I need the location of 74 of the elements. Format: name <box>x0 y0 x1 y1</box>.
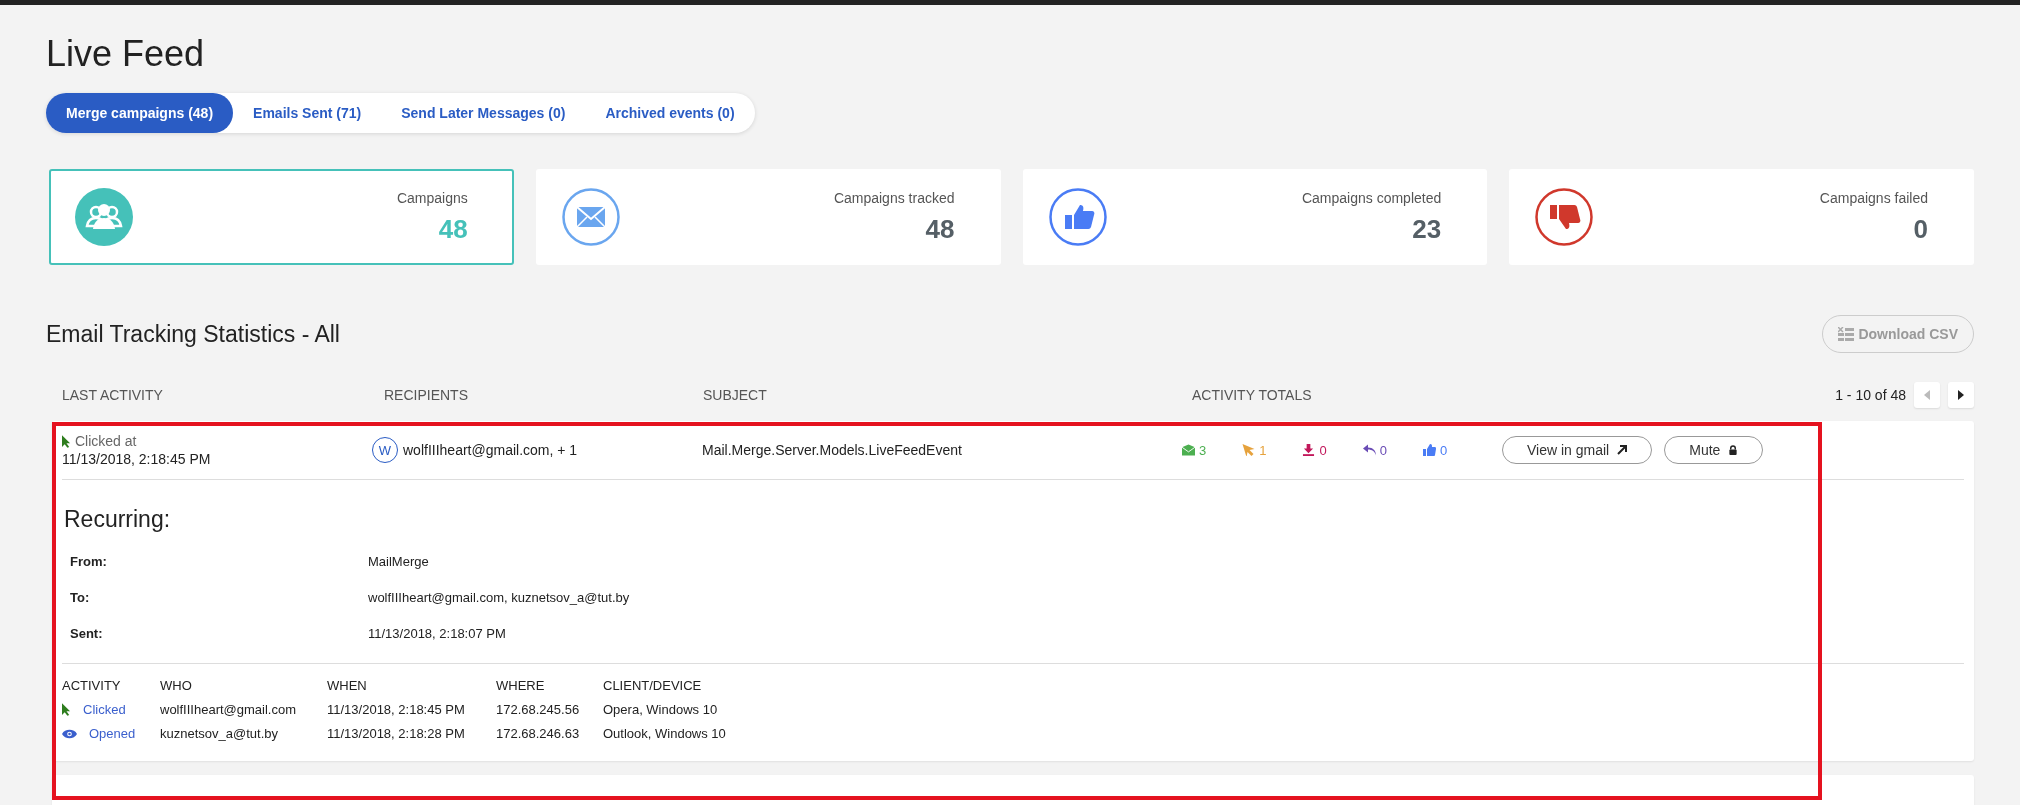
field-label: From: <box>70 554 108 569</box>
next-page-button[interactable] <box>1948 382 1974 408</box>
tab[interactable]: Send Later Messages (0) <box>381 93 586 133</box>
stat-label: Campaigns failed <box>1819 189 1928 206</box>
reply-icon <box>1362 444 1376 456</box>
spreadsheet-icon <box>1838 327 1855 341</box>
pagination-range: 1 - 10 of 48 <box>1835 387 1906 403</box>
stat-card[interactable]: Campaigns 48 <box>49 169 514 265</box>
last-activity-time: 11/13/2018, 2:18:45 PM <box>62 451 212 467</box>
column-header: ACTIVITY <box>62 678 122 693</box>
stat-card[interactable]: Campaigns tracked 48 <box>535 169 1001 265</box>
left-triangle-icon <box>1924 390 1930 400</box>
details-title: Recurring: <box>63 506 172 533</box>
thumbs-up-icon <box>1422 444 1436 456</box>
field-label: To: <box>70 590 91 605</box>
column-header: SUBJECT <box>703 387 767 403</box>
stat-label: Campaigns completed <box>1301 189 1442 206</box>
eye-icon <box>62 728 77 739</box>
right-triangle-icon <box>1958 390 1964 400</box>
thumbs-up-icon <box>1048 188 1107 246</box>
column-header: WHERE <box>496 678 546 693</box>
activity-link[interactable]: Opened <box>89 726 136 741</box>
field-value: 11/13/2018, 2:18:07 PM <box>368 626 506 641</box>
table-cell-text: 172.68.246.63 <box>496 726 581 741</box>
column-header: WHEN <box>327 678 368 693</box>
column-header: CLIENT/DEVICE <box>603 678 703 693</box>
activity-count: 0 <box>1319 442 1327 458</box>
activity-count: 1 <box>1259 442 1267 458</box>
last-activity-label: Clicked at <box>75 433 137 449</box>
table-cell-text: kuznetsov_a@tut.by <box>160 726 279 741</box>
table-cell-text: Outlook, Windows 10 <box>603 726 727 741</box>
table-cell-text: 11/13/2018, 2:18:45 PM <box>327 702 466 717</box>
activity-link[interactable]: Clicked <box>83 702 126 717</box>
cursor-icon <box>62 703 71 716</box>
envelope-icon <box>1182 444 1195 456</box>
subject-text: Mail.Merge.Server.Models.LiveFeedEvent <box>702 442 963 458</box>
stat-value: 48 <box>924 213 955 245</box>
table-cell-text: Opera, Windows 10 <box>603 702 719 717</box>
column-header: LAST ACTIVITY <box>62 387 163 403</box>
cursor-icon <box>62 434 71 448</box>
tab[interactable]: Emails Sent (71) <box>233 93 382 133</box>
stat-card[interactable]: Campaigns completed 23 <box>1022 169 1488 265</box>
stat-value: 0 <box>1912 213 1928 245</box>
lock-icon <box>1728 445 1739 455</box>
recipients-text: wolfIIIheart@gmail.com, + 1 <box>403 442 578 458</box>
stat-label: Campaigns <box>396 189 468 206</box>
field-value: wolfIIIheart@gmail.com, kuznetsov_a@tut.by <box>368 590 630 605</box>
stat-label: Campaigns tracked <box>833 189 955 206</box>
view-in-gmail-button[interactable]: View in gmail <box>1502 436 1653 464</box>
mute-button[interactable]: Mute <box>1664 436 1764 464</box>
tab[interactable]: Archived events (0) <box>585 93 755 133</box>
field-label: Sent: <box>70 626 104 641</box>
activity-count: 0 <box>1379 442 1387 458</box>
section-title: Email Tracking Statistics - All <box>46 320 340 348</box>
table-cell-text: wolfIIIheart@gmail.com <box>160 702 298 717</box>
stat-card[interactable]: Campaigns failed 0 <box>1509 169 1974 265</box>
thumbs-down-icon <box>1535 188 1594 246</box>
column-header: WHO <box>160 678 193 693</box>
stat-value: 48 <box>437 213 468 245</box>
cursor-icon <box>1242 444 1256 456</box>
envelope-icon <box>561 188 620 246</box>
people-icon <box>75 188 133 246</box>
stat-value: 23 <box>1411 213 1442 245</box>
column-header: ACTIVITY TOTALS <box>1192 387 1312 403</box>
activity-count: 0 <box>1439 442 1448 458</box>
field-value: MailMerge <box>368 554 429 569</box>
download-icon <box>1302 444 1316 456</box>
table-cell-text: 11/13/2018, 2:18:28 PM <box>327 726 466 741</box>
column-header: RECIPIENTS <box>384 387 468 403</box>
activity-count: 3 <box>1199 442 1207 458</box>
tab[interactable]: Merge campaigns (48) <box>46 93 234 133</box>
page-title: Live Feed <box>46 32 206 76</box>
table-cell-text: 172.68.245.56 <box>496 702 581 717</box>
arrow-icon <box>1617 445 1628 455</box>
